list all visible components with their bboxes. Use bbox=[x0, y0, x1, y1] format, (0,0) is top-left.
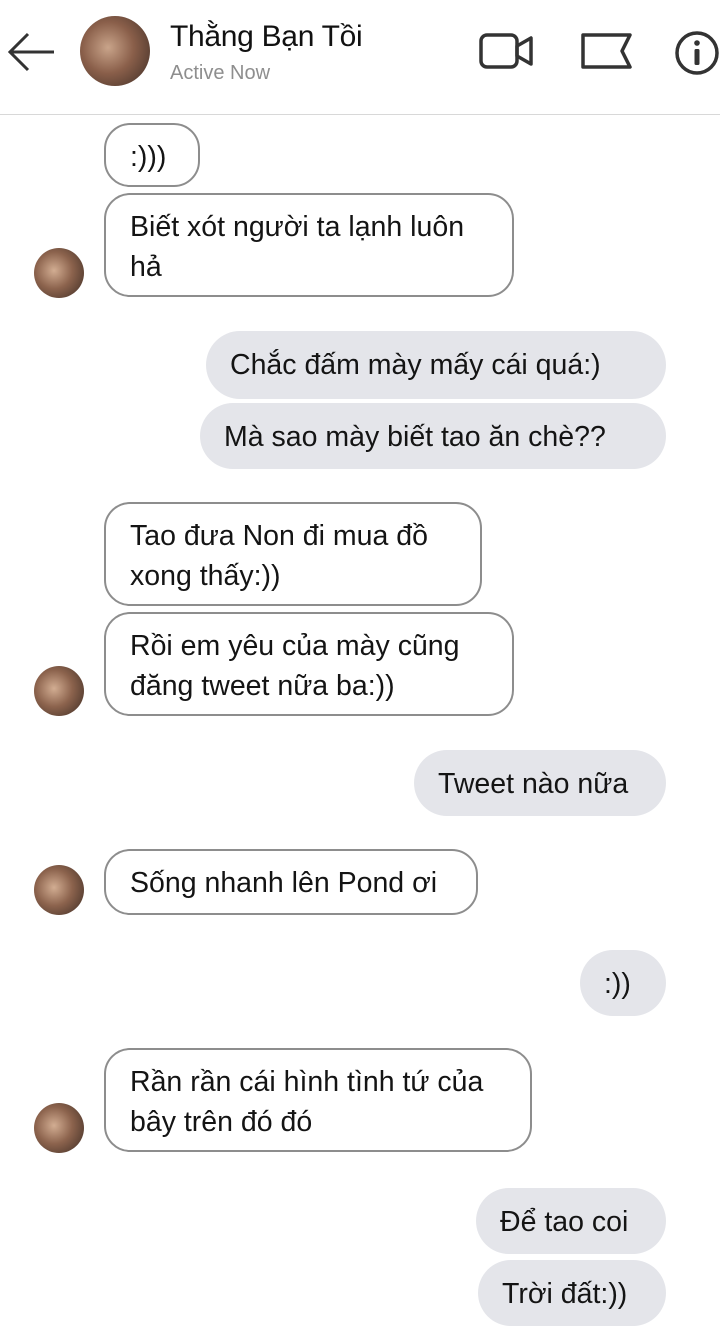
incoming-message[interactable]: Rồi em yêu của mày cũng đăng tweet nữa b… bbox=[104, 612, 514, 716]
outgoing-message[interactable]: Trời đất:)) bbox=[478, 1260, 666, 1326]
outgoing-message[interactable]: :)) bbox=[580, 950, 666, 1016]
video-call-icon[interactable] bbox=[478, 30, 534, 72]
sender-avatar[interactable] bbox=[34, 1103, 84, 1153]
chat-header: Thằng Bạn Tồi Active Now bbox=[0, 0, 720, 115]
back-arrow-icon[interactable] bbox=[6, 30, 58, 74]
incoming-message[interactable]: Sống nhanh lên Pond ơi bbox=[104, 849, 478, 915]
sender-avatar[interactable] bbox=[34, 865, 84, 915]
outgoing-message[interactable]: Để tao coi bbox=[476, 1188, 666, 1254]
incoming-message[interactable]: Biết xót người ta lạnh luôn hả bbox=[104, 193, 514, 297]
contact-avatar[interactable] bbox=[80, 16, 150, 86]
outgoing-message[interactable]: Mà sao mày biết tao ăn chè?? bbox=[200, 403, 666, 469]
active-status: Active Now bbox=[170, 62, 271, 84]
outgoing-message[interactable]: Chắc đấm mày mấy cái quá:) bbox=[206, 331, 666, 399]
incoming-message[interactable]: :))) bbox=[104, 123, 200, 187]
sender-avatar[interactable] bbox=[34, 666, 84, 716]
flag-icon[interactable] bbox=[580, 30, 634, 72]
sender-avatar[interactable] bbox=[34, 248, 84, 298]
incoming-message[interactable]: Tao đưa Non đi mua đồ xong thấy:)) bbox=[104, 502, 482, 606]
outgoing-message[interactable]: Tweet nào nữa bbox=[414, 750, 666, 816]
contact-name[interactable]: Thằng Bạn Tồi bbox=[170, 20, 363, 54]
info-icon[interactable] bbox=[674, 30, 720, 76]
incoming-message[interactable]: Rần rần cái hình tình tứ của bây trên đó… bbox=[104, 1048, 532, 1152]
